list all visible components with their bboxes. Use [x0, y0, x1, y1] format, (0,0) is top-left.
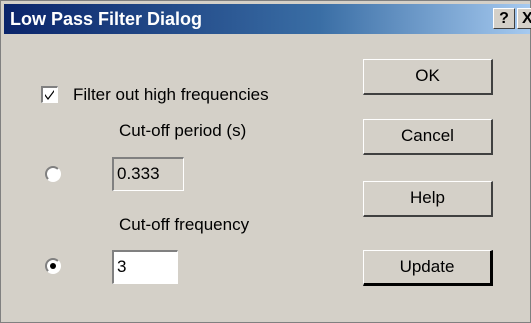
low-pass-filter-dialog: Low Pass Filter Dialog ? X Filter out hi… [0, 0, 531, 323]
context-help-button[interactable]: ? [493, 8, 515, 29]
filter-high-frequencies-label: Filter out high frequencies [73, 85, 269, 104]
title-bar[interactable]: Low Pass Filter Dialog ? X [4, 4, 531, 34]
cutoff-period-radio[interactable] [45, 166, 61, 182]
update-button[interactable]: Update [363, 250, 493, 286]
close-button[interactable]: X [517, 8, 531, 29]
window-title: Low Pass Filter Dialog [10, 9, 203, 29]
cutoff-frequency-label: Cut-off frequency [119, 215, 250, 234]
checkmark-icon [45, 90, 54, 100]
help-button[interactable]: Help [363, 181, 493, 217]
cutoff-period-label: Cut-off period (s) [119, 121, 247, 140]
cutoff-frequency-field[interactable]: 3 [112, 250, 178, 284]
cutoff-period-field[interactable]: 0.333 [112, 157, 184, 191]
cancel-button[interactable]: Cancel [363, 119, 493, 155]
ok-button[interactable]: OK [363, 59, 493, 95]
filter-high-frequencies-checkbox[interactable] [41, 86, 58, 103]
cutoff-frequency-radio[interactable] [45, 258, 61, 274]
radio-selected-dot [50, 263, 56, 269]
